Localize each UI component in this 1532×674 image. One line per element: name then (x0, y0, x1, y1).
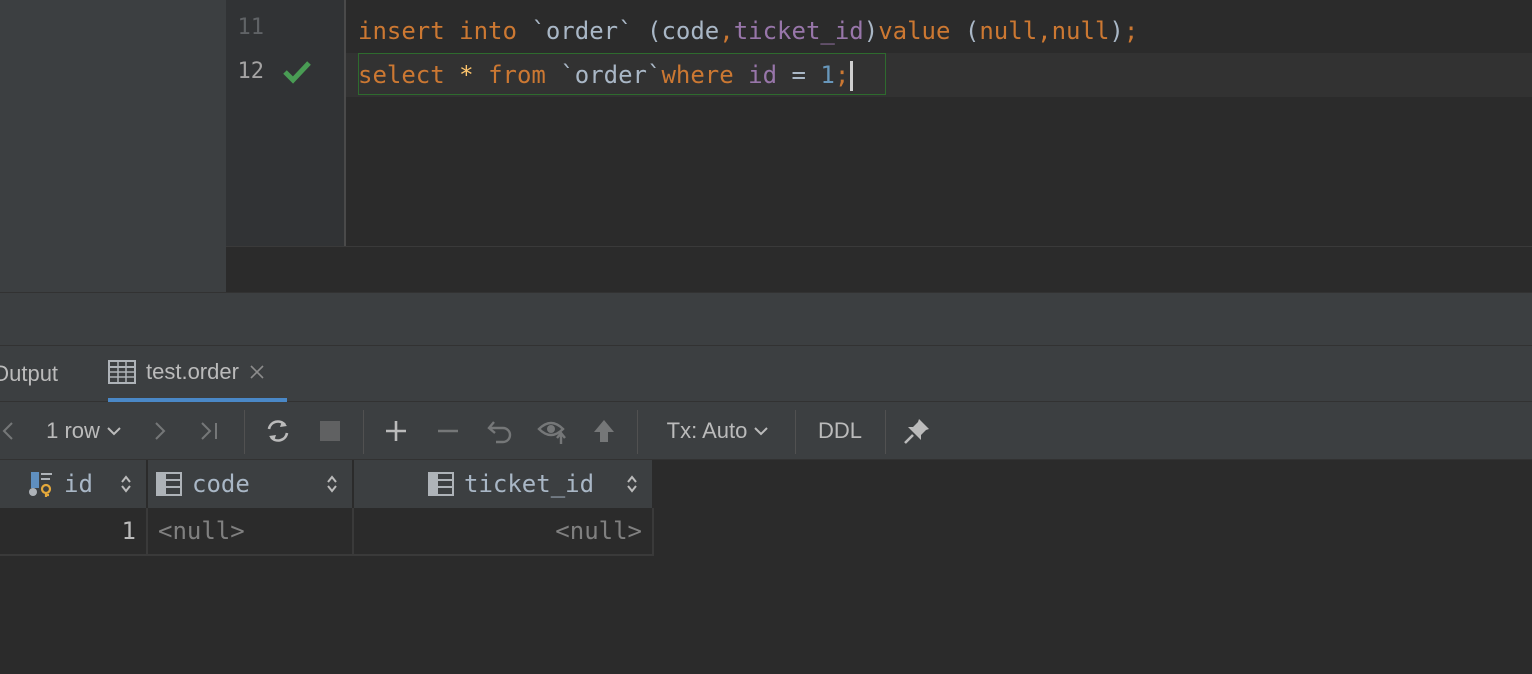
project-panel (0, 0, 226, 292)
code-token: value (878, 17, 951, 45)
column-header-label: ticket_id (464, 470, 595, 498)
column-icon (156, 472, 182, 496)
ddl-button[interactable]: DDL (810, 402, 870, 460)
code-token: ; (1123, 17, 1139, 45)
editor-footer (226, 246, 1532, 292)
pin-tab-button[interactable] (900, 402, 934, 460)
last-page-button[interactable] (196, 402, 224, 460)
code-token: from (488, 61, 546, 89)
line-number: 12 (237, 59, 265, 84)
panel-splitter[interactable] (0, 292, 1532, 346)
code-token: ticket_id (733, 17, 864, 45)
code-token: insert (358, 17, 445, 45)
add-row-button[interactable] (380, 402, 412, 460)
next-page-button[interactable] (148, 402, 172, 460)
stop-icon (320, 421, 340, 441)
toolbar-separator (244, 410, 245, 454)
chevron-right-icon (155, 422, 166, 440)
chevron-down-icon (754, 427, 769, 436)
sort-icon[interactable] (120, 474, 132, 494)
plus-icon (386, 421, 406, 441)
code-token: into (459, 17, 517, 45)
tab-result-label: test.order (146, 359, 239, 384)
check-icon (283, 61, 311, 84)
tab-output-label: Output (0, 361, 59, 386)
services-tabs: Output test.order (0, 346, 1532, 402)
column-icon (428, 472, 454, 496)
text-caret (850, 61, 854, 91)
transaction-mode-dropdown[interactable]: Tx: Auto (660, 402, 776, 460)
code-token: ; (834, 61, 850, 89)
column-header-id[interactable]: id (0, 460, 148, 508)
table-cell-id[interactable]: 1 (0, 508, 148, 556)
chevron-down-icon (107, 427, 121, 436)
undo-icon (487, 421, 512, 444)
close-icon[interactable] (249, 364, 265, 380)
code-line-current[interactable]: select * from `order`where id = 1; (346, 53, 1532, 97)
arrow-up-icon (594, 420, 614, 442)
sort-icon[interactable] (326, 474, 338, 494)
code-line[interactable]: insert into `order` (code,ticket_id)valu… (346, 9, 1532, 53)
prev-page-button[interactable] (0, 402, 20, 460)
code-token: id (748, 61, 778, 89)
refresh-icon (267, 420, 289, 442)
code-token: `order` (545, 61, 662, 89)
table-cell-code[interactable]: <null> (148, 508, 354, 556)
table-cell-ticket-id[interactable]: <null> (354, 508, 654, 556)
ddl-label: DDL (817, 418, 862, 443)
code-token: where (661, 61, 734, 89)
eye-icon (537, 421, 566, 444)
line-number: 11 (237, 15, 265, 40)
primary-key-column-icon (29, 472, 52, 497)
code-token: ) (863, 17, 879, 45)
column-header-label: id (64, 470, 93, 498)
column-header-label: code (192, 470, 250, 498)
code-token: ( (950, 17, 980, 45)
code-token: * (459, 61, 474, 89)
toolbar-separator (885, 410, 886, 454)
code-token: , (719, 17, 734, 45)
stop-button[interactable] (316, 402, 344, 460)
editor-gutter: 11 12 (226, 0, 346, 246)
rows-count-label: 1 row (46, 418, 100, 443)
page-size-dropdown[interactable]: 1 row (36, 402, 132, 460)
pin-icon (904, 419, 929, 444)
code-token: null (1051, 17, 1110, 45)
toolbar-separator (637, 410, 638, 454)
result-grid[interactable]: id code ticket_id 1 <null> <null> (0, 460, 1532, 674)
code-token: ( (647, 17, 662, 45)
last-page-icon (201, 422, 217, 440)
code-token: , (1037, 17, 1052, 45)
code-token: code (661, 17, 720, 45)
column-header-code[interactable]: code (148, 460, 354, 508)
tab-output[interactable]: Output (0, 346, 58, 402)
column-header-ticket-id[interactable]: ticket_id (354, 460, 654, 508)
code-token: 1 (820, 61, 835, 89)
delete-row-button[interactable] (432, 402, 464, 460)
minus-icon (438, 429, 458, 433)
sort-icon[interactable] (626, 474, 638, 494)
code-token: `order` (516, 17, 647, 45)
tab-result[interactable]: test.order (108, 346, 287, 402)
chevron-left-icon (2, 422, 13, 440)
submit-button[interactable] (588, 402, 620, 460)
code-token: null (979, 17, 1038, 45)
result-toolbar: 1 row Tx: Auto DDL (0, 402, 1532, 460)
revert-button[interactable] (484, 402, 516, 460)
code-token: select (358, 61, 445, 89)
table-icon (108, 360, 136, 384)
tx-mode-label: Tx: Auto (666, 418, 748, 443)
preview-changes-button[interactable] (536, 402, 570, 460)
toolbar-separator (795, 410, 796, 454)
sql-editor[interactable]: 11 12 insert into `order` (code,ticket_i… (226, 0, 1532, 246)
refresh-button[interactable] (262, 402, 294, 460)
toolbar-separator (363, 410, 364, 454)
code-token: ) (1109, 17, 1124, 45)
code-token: = (777, 61, 821, 89)
